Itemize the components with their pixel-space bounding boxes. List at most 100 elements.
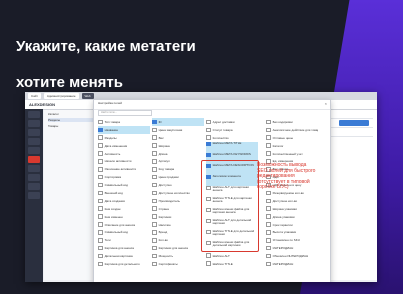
checkbox[interactable] [98,245,103,251]
checkbox[interactable] [98,222,103,227]
field-option[interactable]: Вес [152,134,204,142]
checkbox[interactable] [266,119,271,125]
field-option[interactable]: Разделы [98,134,150,142]
checkbox[interactable] [152,222,157,227]
field-option[interactable]: Теги [98,236,150,244]
field-option[interactable]: Производитель [152,197,204,205]
checkbox[interactable] [266,238,271,243]
checkbox[interactable] [266,198,271,204]
sidebar-item[interactable] [28,183,40,190]
checkbox[interactable] [206,152,211,158]
field-option[interactable]: Артикул [152,157,204,165]
checkbox[interactable] [266,253,271,259]
tab-site[interactable]: Сайт [28,93,41,99]
field-option[interactable]: Шаблон TITLE [206,260,258,268]
checkbox[interactable] [152,182,157,188]
checkbox[interactable] [98,238,103,243]
field-option[interactable]: Кем создан [98,205,150,213]
checkbox[interactable] [98,135,103,141]
field-option[interactable]: Описание для анонса [98,221,150,229]
checkbox[interactable] [152,245,157,251]
checkbox[interactable] [266,222,271,227]
checkbox[interactable] [152,174,157,180]
field-option[interactable]: Цена закупочная [152,126,204,134]
checkbox[interactable] [206,261,211,266]
checkbox[interactable] [98,253,103,259]
field-option[interactable]: Дата изменения [98,142,150,150]
field-option[interactable]: Сертификаты [152,260,204,268]
checkbox[interactable] [152,253,157,259]
field-option[interactable]: Бренд [152,228,204,236]
field-option[interactable]: Доступное количество [152,189,204,197]
field-option[interactable]: Картинка для анонса [98,244,150,252]
checkbox[interactable] [152,119,157,125]
checkbox[interactable] [206,119,211,125]
field-option[interactable]: Адрес доставки [206,118,258,126]
checkbox[interactable] [98,159,103,164]
sidebar-item[interactable] [28,174,40,181]
field-option[interactable]: Название [98,125,150,134]
checkbox[interactable] [98,190,103,196]
checkbox[interactable] [152,198,157,204]
field-option[interactable]: Картинка для детального [98,260,150,268]
checkbox[interactable] [98,143,103,148]
tab-admin[interactable]: Администрирование [43,93,79,99]
field-option[interactable]: Символьный код [98,228,150,236]
checkbox[interactable] [152,214,157,219]
checkbox[interactable] [266,261,271,267]
tab-web[interactable]: Web [81,93,94,99]
field-option[interactable]: Код товара [152,165,204,173]
checkbox[interactable] [206,253,211,258]
field-option[interactable]: Количественный учет [266,150,318,158]
field-option[interactable]: Мощность [152,252,204,260]
field-option[interactable]: ИНТЕРОДИАН [266,244,318,252]
field-option[interactable]: Начало активности [98,157,150,165]
field-option[interactable]: Активность [98,150,150,158]
checkbox[interactable] [266,214,271,219]
field-option[interactable]: Дата создания [98,197,150,205]
checkbox[interactable] [152,159,157,164]
checkbox[interactable] [152,238,157,243]
checkbox[interactable] [152,190,157,196]
checkbox[interactable] [98,119,103,125]
sidebar-item-active[interactable] [28,156,40,163]
field-option[interactable]: Шаблон ALT [206,252,258,260]
checkbox[interactable] [98,214,103,219]
checkbox[interactable] [206,127,211,133]
field-option[interactable]: Картинки [152,213,204,221]
checkbox[interactable] [98,166,103,172]
checkbox[interactable] [98,182,103,188]
checkbox[interactable] [152,151,157,156]
field-option[interactable]: Сортировка [98,173,150,181]
checkbox[interactable] [266,245,271,251]
field-option[interactable]: Кол-во [152,236,204,244]
sidebar-item[interactable] [28,129,40,136]
field-option[interactable]: Доступно [152,181,204,189]
field-option[interactable]: Срок гарантии [266,221,318,229]
field-option[interactable]: Установлен по SKU [266,236,318,244]
checkbox[interactable] [266,143,271,148]
checkbox[interactable] [152,127,157,133]
field-option[interactable]: Картинки для анонса [152,244,204,252]
sidebar-item[interactable] [28,147,40,154]
checkbox[interactable] [152,261,157,267]
checkbox[interactable] [206,135,211,141]
field-option[interactable]: Обновлен ИНТЕРОДИАН [266,252,318,260]
field-option[interactable]: Внешний код [98,189,150,197]
checkbox[interactable] [206,141,211,147]
checkbox[interactable] [152,166,157,172]
checkbox[interactable] [98,174,103,180]
field-option[interactable]: Высота упаковки [266,228,318,236]
checkbox[interactable] [266,151,271,156]
checkbox[interactable] [98,261,103,267]
field-option[interactable]: Кем изменен [98,213,150,221]
field-option[interactable]: Без кодировки [266,118,318,126]
sidebar-item[interactable] [28,192,40,199]
sidebar-item[interactable] [28,111,40,118]
field-option[interactable]: Длина упаковки [266,213,318,221]
checkbox[interactable] [98,206,103,212]
checkbox[interactable] [266,135,271,141]
field-option[interactable]: ID [152,118,204,126]
checkbox[interactable] [98,230,103,235]
checkbox[interactable] [152,143,157,148]
